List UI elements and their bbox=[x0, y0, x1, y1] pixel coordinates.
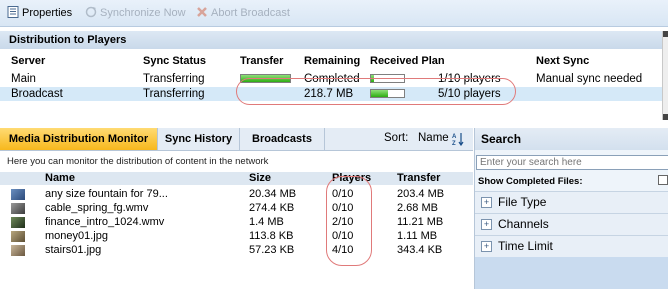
scroll-up-arrow-icon[interactable] bbox=[663, 31, 668, 37]
toolbar: Properties Synchronize Now Abort Broadca… bbox=[0, 0, 668, 27]
media-transfer: 11.21 MB bbox=[397, 216, 444, 228]
synchronize-now-label: Synchronize Now bbox=[100, 7, 186, 19]
media-row[interactable]: finance_intro_1024.wmv 1.4 MB 2/10 11.21… bbox=[0, 216, 473, 229]
search-panel-title: Search bbox=[475, 128, 668, 150]
column-transfer[interactable]: Transfer bbox=[397, 172, 440, 184]
show-completed-checkbox[interactable] bbox=[658, 175, 668, 185]
media-thumbnail bbox=[11, 217, 25, 228]
server-name: Main bbox=[11, 73, 36, 85]
media-thumbnail bbox=[11, 231, 25, 242]
media-name: any size fountain for 79... bbox=[45, 188, 168, 200]
column-sync-status[interactable]: Sync Status bbox=[143, 55, 206, 67]
column-received-plan[interactable]: Received Plan bbox=[370, 55, 445, 67]
media-thumbnail bbox=[11, 245, 25, 256]
media-size: 1.4 MB bbox=[249, 216, 284, 228]
media-name: finance_intro_1024.wmv bbox=[45, 216, 165, 228]
media-transfer: 343.4 KB bbox=[397, 244, 443, 256]
properties-button[interactable]: Properties bbox=[7, 6, 72, 20]
search-input[interactable] bbox=[476, 155, 668, 170]
column-server[interactable]: Server bbox=[11, 55, 45, 67]
expand-plus-icon[interactable]: + bbox=[481, 197, 492, 208]
filter-channels[interactable]: + Channels bbox=[475, 213, 668, 235]
media-thumbnail bbox=[11, 189, 25, 200]
distribution-scrollbar[interactable] bbox=[662, 31, 668, 120]
show-completed-label: Show Completed Files: bbox=[478, 176, 583, 187]
monitor-table-header: Name Size Players Transfer bbox=[0, 172, 473, 185]
search-panel: Search Show Completed Files: + File Type… bbox=[474, 128, 668, 289]
column-next-sync[interactable]: Next Sync bbox=[536, 55, 589, 67]
sync-status: Transferring bbox=[143, 88, 205, 100]
media-name: money01.jpg bbox=[45, 230, 108, 242]
media-size: 57.23 KB bbox=[249, 244, 295, 256]
media-name: cable_spring_fg.wmv bbox=[45, 202, 149, 214]
expand-plus-icon[interactable]: + bbox=[481, 219, 492, 230]
media-thumbnail bbox=[11, 203, 25, 214]
properties-icon bbox=[7, 6, 19, 18]
expand-plus-icon[interactable]: + bbox=[481, 241, 492, 252]
media-row[interactable]: any size fountain for 79... 20.34 MB 0/1… bbox=[0, 188, 473, 201]
scroll-down-arrow-icon[interactable] bbox=[663, 114, 668, 120]
distribution-panel-title: Distribution to Players bbox=[0, 31, 662, 49]
search-panel-footer bbox=[475, 257, 668, 289]
filter-label: File Type bbox=[498, 195, 547, 209]
sync-status: Transferring bbox=[143, 73, 205, 85]
tab-broadcasts[interactable]: Broadcasts bbox=[240, 128, 325, 150]
annotation-highlight-oval bbox=[236, 78, 516, 105]
abort-broadcast-label: Abort Broadcast bbox=[211, 7, 290, 19]
filter-file-type[interactable]: + File Type bbox=[475, 191, 668, 213]
media-transfer: 203.4 MB bbox=[397, 188, 445, 200]
svg-text:A: A bbox=[452, 134, 457, 140]
distribution-table-header: Server Sync Status Transfer Remaining Re… bbox=[0, 55, 662, 69]
abort-broadcast-button[interactable]: Abort Broadcast bbox=[196, 6, 290, 20]
media-row[interactable]: stairs01.jpg 57.23 KB 4/10 343.4 KB bbox=[0, 244, 473, 257]
column-transfer[interactable]: Transfer bbox=[240, 55, 283, 67]
media-transfer: 1.11 MB bbox=[397, 230, 438, 242]
column-remaining[interactable]: Remaining bbox=[304, 55, 360, 67]
sort-label: Sort: bbox=[384, 132, 409, 144]
column-name[interactable]: Name bbox=[45, 172, 75, 184]
tab-sync-history[interactable]: Sync History bbox=[158, 128, 240, 150]
column-size[interactable]: Size bbox=[249, 172, 271, 184]
media-size: 274.4 KB bbox=[249, 202, 295, 214]
media-row[interactable]: money01.jpg 113.8 KB 0/10 1.11 MB bbox=[0, 230, 473, 243]
media-size: 20.34 MB bbox=[249, 188, 297, 200]
annotation-highlight-oval bbox=[326, 176, 372, 266]
abort-icon bbox=[197, 7, 207, 17]
media-transfer: 2.68 MB bbox=[397, 202, 438, 214]
tab-media-distribution-monitor[interactable]: Media Distribution Monitor bbox=[0, 128, 158, 150]
properties-label: Properties bbox=[22, 7, 73, 19]
monitor-hint-text: Here you can monitor the distribution of… bbox=[7, 156, 269, 167]
server-name: Broadcast bbox=[11, 88, 63, 100]
filter-label: Time Limit bbox=[498, 239, 553, 253]
filter-time-limit[interactable]: + Time Limit bbox=[475, 235, 668, 257]
media-name: stairs01.jpg bbox=[45, 244, 102, 256]
sort-value[interactable]: Name bbox=[418, 132, 449, 144]
next-sync-value: Manual sync needed bbox=[536, 73, 643, 85]
media-row[interactable]: cable_spring_fg.wmv 274.4 KB 0/10 2.68 M… bbox=[0, 202, 473, 215]
media-size: 113.8 KB bbox=[249, 230, 294, 242]
filter-label: Channels bbox=[498, 217, 549, 231]
sort-az-icon[interactable]: A Z bbox=[452, 132, 464, 146]
sync-icon bbox=[85, 6, 97, 18]
synchronize-now-button[interactable]: Synchronize Now bbox=[85, 6, 186, 20]
tab-bar: Media Distribution Monitor Sync History … bbox=[0, 128, 473, 151]
svg-text:Z: Z bbox=[452, 141, 456, 146]
